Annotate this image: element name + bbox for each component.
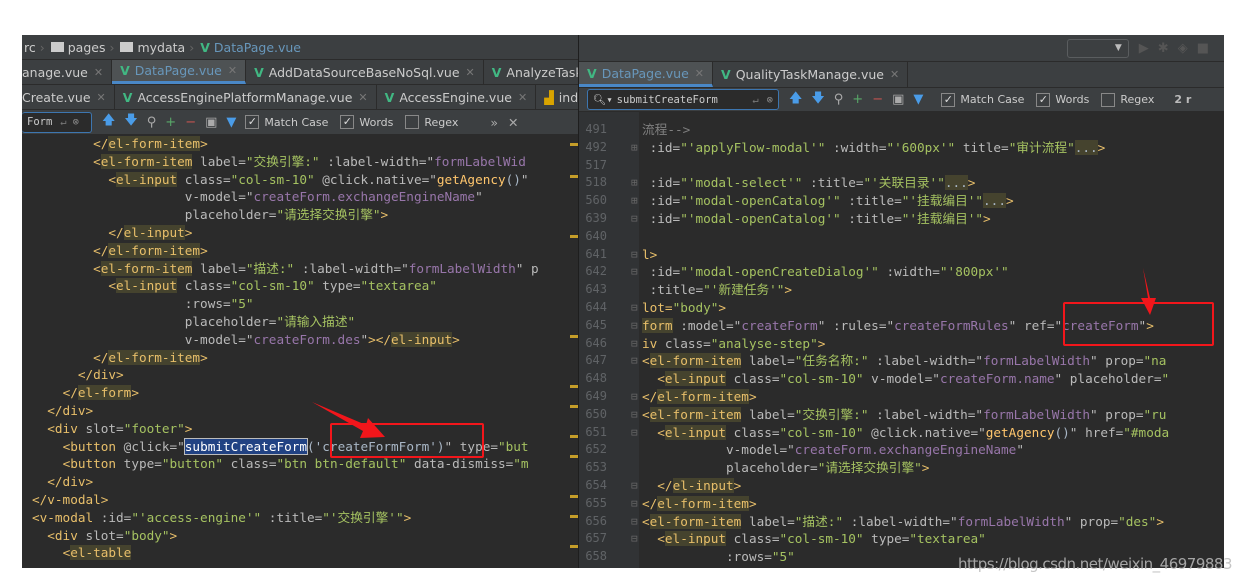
- arrow-annotations: [312, 268, 1156, 438]
- arrow-annotation: [1141, 268, 1156, 315]
- watermark: https://blog.csdn.net/weixin_46979883: [958, 555, 1233, 573]
- arrow-annotation: [312, 402, 385, 438]
